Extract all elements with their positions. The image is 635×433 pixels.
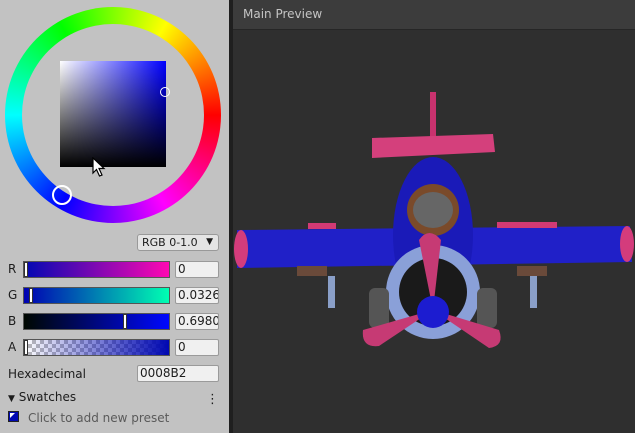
- mouse-cursor-icon: [92, 157, 106, 177]
- alpha-slider-handle[interactable]: [24, 340, 28, 355]
- green-slider-handle[interactable]: [29, 288, 33, 303]
- saturation-value-handle[interactable]: [160, 87, 170, 97]
- airplane-model[interactable]: [233, 30, 635, 433]
- color-picker-panel: RGB 0-1.0 ▼ R 0 G 0.0326 B 0.6980 A 0 He…: [0, 0, 229, 433]
- color-mode-label: RGB 0-1.0: [142, 236, 198, 249]
- hue-handle[interactable]: [52, 185, 72, 205]
- green-channel-label: G: [8, 288, 18, 302]
- blue-slider[interactable]: [23, 313, 170, 330]
- blue-value-field[interactable]: 0.6980: [175, 313, 219, 330]
- red-value-field[interactable]: 0: [175, 261, 219, 278]
- red-slider[interactable]: [23, 261, 170, 278]
- more-options-icon[interactable]: ⋮: [206, 393, 219, 406]
- color-mode-dropdown[interactable]: RGB 0-1.0 ▼: [137, 234, 219, 251]
- alpha-value-field[interactable]: 0: [175, 339, 219, 356]
- hexadecimal-label: Hexadecimal: [8, 367, 86, 381]
- alpha-channel-label: A: [8, 340, 17, 354]
- preview-title: Main Preview: [243, 7, 323, 21]
- swatches-title: Swatches: [18, 390, 77, 404]
- preset-swatch[interactable]: [8, 411, 19, 422]
- red-channel-label: R: [8, 262, 17, 276]
- hexadecimal-field[interactable]: 0008B2: [137, 365, 219, 382]
- red-slider-handle[interactable]: [24, 262, 28, 277]
- green-value-field[interactable]: 0.0326: [175, 287, 219, 304]
- chevron-down-icon: ▼: [206, 237, 213, 247]
- blue-slider-handle[interactable]: [123, 314, 127, 329]
- alpha-slider[interactable]: [23, 339, 170, 356]
- saturation-value-square[interactable]: [60, 61, 166, 167]
- blue-channel-label: B: [8, 314, 17, 328]
- foldout-arrow-icon: ▼: [8, 394, 15, 404]
- add-preset-hint[interactable]: Click to add new preset: [28, 411, 169, 425]
- green-slider[interactable]: [23, 287, 170, 304]
- main-preview-panel: Main Preview: [233, 0, 635, 433]
- preview-header: Main Preview: [233, 0, 635, 30]
- swatches-foldout[interactable]: ▼ Swatches: [8, 390, 76, 404]
